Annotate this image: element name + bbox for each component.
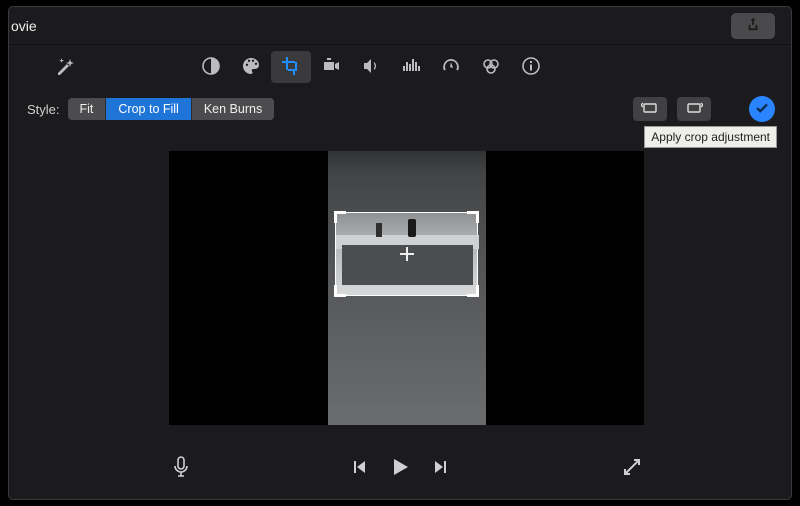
rotate-ccw-button[interactable]	[633, 97, 667, 121]
speed-button[interactable]	[431, 51, 471, 83]
noise-eq-button[interactable]	[391, 51, 431, 83]
palette-icon	[241, 56, 261, 79]
speedometer-icon	[441, 56, 461, 79]
wand-icon	[55, 56, 75, 79]
crop-handle-bottom-right[interactable]	[467, 285, 479, 297]
skip-previous-icon	[351, 463, 367, 478]
next-button[interactable]	[433, 459, 449, 478]
rotate-cw-icon	[685, 101, 703, 118]
stabilization-button[interactable]	[311, 51, 351, 83]
crop-handle-top-right[interactable]	[467, 211, 479, 223]
info-icon	[521, 56, 541, 79]
window-title: ovie	[9, 18, 37, 34]
voiceover-button[interactable]	[171, 456, 191, 481]
volume-button[interactable]	[351, 51, 391, 83]
enhance-button[interactable]	[51, 53, 79, 81]
color-balance-button[interactable]	[191, 51, 231, 83]
info-button[interactable]	[511, 51, 551, 83]
rotate-cw-button[interactable]	[677, 97, 711, 121]
previous-button[interactable]	[351, 459, 367, 478]
titlebar: ovie	[9, 7, 791, 45]
share-button[interactable]	[731, 13, 775, 39]
camera-icon	[321, 56, 341, 79]
style-fit-button[interactable]: Fit	[68, 98, 107, 120]
crop-handle-bottom-left[interactable]	[334, 285, 346, 297]
apply-crop-button[interactable]	[749, 96, 775, 122]
speaker-icon	[361, 56, 381, 79]
apply-crop-tooltip: Apply crop adjustment	[644, 126, 777, 148]
fullscreen-icon	[623, 464, 641, 479]
filters-button[interactable]	[471, 51, 511, 83]
style-segmented-control: Fit Crop to Fill Ken Burns	[68, 98, 275, 120]
skip-next-icon	[433, 463, 449, 478]
equalizer-icon	[401, 56, 421, 79]
check-icon	[755, 101, 769, 118]
crop-rectangle[interactable]	[335, 212, 478, 296]
microphone-icon	[171, 466, 191, 481]
play-icon	[389, 466, 411, 481]
filters-icon	[481, 56, 501, 79]
color-correction-button[interactable]	[231, 51, 271, 83]
crop-style-row: Style: Fit Crop to Fill Ken Burns	[9, 89, 791, 129]
crop-handle-top-left[interactable]	[334, 211, 346, 223]
style-label: Style:	[27, 102, 60, 117]
crop-center-crosshair	[400, 247, 414, 261]
balance-icon	[201, 56, 221, 79]
share-icon	[746, 17, 760, 34]
adjust-toolbar	[9, 45, 791, 89]
playback-controls	[9, 456, 791, 481]
crop-button[interactable]	[271, 51, 311, 83]
style-crop-to-fill-button[interactable]: Crop to Fill	[106, 98, 191, 120]
app-window: ovie	[8, 6, 792, 500]
play-button[interactable]	[389, 456, 411, 481]
fullscreen-button[interactable]	[623, 458, 641, 479]
style-ken-burns-button[interactable]: Ken Burns	[192, 98, 274, 120]
crop-icon	[281, 56, 301, 79]
rotate-ccw-icon	[641, 101, 659, 118]
crop-right-tools: Apply crop adjustment	[633, 96, 775, 122]
